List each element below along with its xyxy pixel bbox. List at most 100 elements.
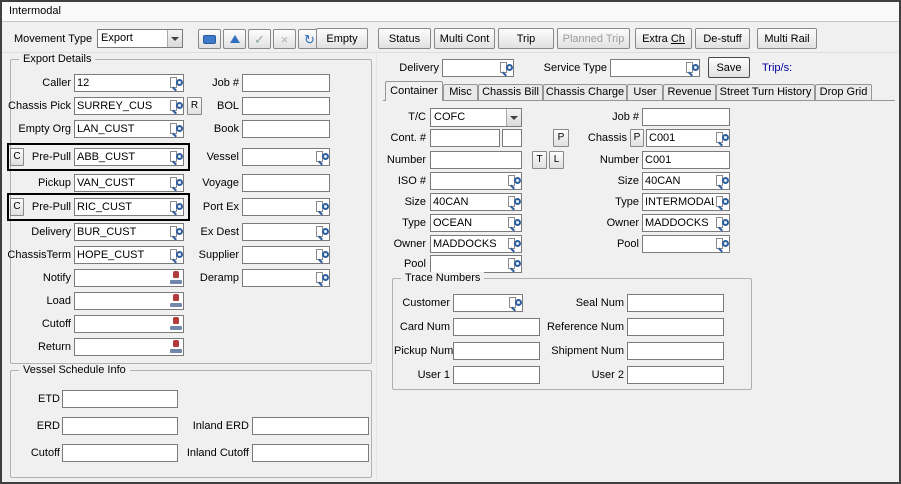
cont-num-check-digit-input[interactable] [503,131,521,145]
tab-street-turn-history[interactable]: Street Turn History [716,84,815,100]
lookup-icon[interactable] [716,131,729,145]
vessel-cutoff-field[interactable] [62,444,178,462]
chassis-type-field[interactable] [642,193,730,211]
service-type-input[interactable] [611,61,686,75]
ex-dest-input[interactable] [243,225,316,239]
lookup-icon[interactable] [716,237,729,251]
ex-dest-field[interactable] [242,223,330,241]
empty-org-field[interactable] [74,120,184,138]
trip-button[interactable]: Trip [498,28,554,49]
user2-field[interactable] [627,366,724,384]
pickup-input[interactable] [75,176,170,190]
erd-field[interactable] [62,417,178,435]
book-field[interactable] [242,120,330,138]
chassis-job-input[interactable] [643,110,729,124]
container-owner-field[interactable] [430,235,522,253]
user2-input[interactable] [628,368,723,382]
lookup-icon[interactable] [508,195,521,209]
dropdown-arrow-icon[interactable] [506,109,521,126]
chassis-pool-field[interactable] [642,235,730,253]
service-type-field[interactable] [610,59,700,77]
lookup-icon[interactable] [509,296,522,310]
deramp-input[interactable] [243,271,316,285]
supplier-input[interactable] [243,248,316,262]
pickup-field[interactable] [74,174,184,192]
lookup-icon[interactable] [716,195,729,209]
cont-num-check-digit-field[interactable] [502,129,522,147]
chassis-number-field[interactable] [642,151,730,169]
t-button[interactable]: T [532,151,547,169]
lookup-icon[interactable] [316,150,329,164]
seal-num-field[interactable] [627,294,724,312]
chassis-owner-field[interactable] [642,214,730,232]
etd-field[interactable] [62,390,178,408]
iso-input[interactable] [431,174,508,188]
pickup-num-field[interactable] [453,342,540,360]
pre-pull-1-input[interactable] [75,150,170,164]
return-input[interactable] [75,340,169,354]
load-field[interactable] [74,292,184,310]
voyage-field[interactable] [242,174,330,192]
tab-user[interactable]: User [627,84,663,100]
confirm-button[interactable]: ✓ [248,29,271,49]
port-ex-field[interactable] [242,198,330,216]
vessel-field[interactable] [242,148,330,166]
chassis-pool-input[interactable] [643,237,716,251]
tab-misc[interactable]: Misc [443,84,478,100]
cutoff-input[interactable] [75,317,169,331]
date-stamp-icon[interactable] [169,294,183,308]
chassis-pick-input[interactable] [75,99,170,113]
empty-button[interactable]: Empty [316,28,368,49]
card-num-field[interactable] [453,318,540,336]
load-input[interactable] [75,294,169,308]
lookup-icon[interactable] [508,174,521,188]
container-size-field[interactable] [430,193,522,211]
reference-num-input[interactable] [628,320,723,334]
lookup-icon[interactable] [316,200,329,214]
book-input[interactable] [243,122,329,136]
tab-chassis-charge[interactable]: Chassis Charge [543,84,627,100]
chassis-size-input[interactable] [643,174,716,188]
cont-num-input[interactable] [431,131,499,145]
tab-revenue[interactable]: Revenue [663,84,716,100]
chassis-size-field[interactable] [642,172,730,190]
shipment-num-field[interactable] [627,342,724,360]
pre-pull-1-field[interactable] [74,148,184,166]
trip-delivery-input[interactable] [443,61,500,75]
notify-field[interactable] [74,269,184,287]
chassis-input[interactable] [647,131,716,145]
tab-chassis-bill[interactable]: Chassis Bill [478,84,543,100]
tab-container[interactable]: Container [385,81,443,101]
erd-input[interactable] [63,419,177,433]
status-button[interactable]: Status [378,28,431,49]
multi-rail-button[interactable]: Multi Rail [757,28,817,49]
cutoff-field[interactable] [74,315,184,333]
container-pool-input[interactable] [431,257,508,271]
empty-org-input[interactable] [75,122,170,136]
save-button[interactable]: Save [708,57,750,78]
cont-num-field[interactable] [430,129,500,147]
chassis-type-input[interactable] [643,195,716,209]
extra-ch-button[interactable]: Extra Ch [635,28,692,49]
job-field[interactable] [242,74,330,92]
lookup-icon[interactable] [316,271,329,285]
bol-input[interactable] [243,99,329,113]
bol-field[interactable] [242,97,330,115]
panel-toolbar-button[interactable] [198,29,221,49]
inland-erd-field[interactable] [252,417,369,435]
chassis-p-button[interactable]: P [630,129,644,147]
pickup-num-input[interactable] [454,344,539,358]
user1-field[interactable] [453,366,540,384]
c-button-1[interactable]: C [10,148,24,166]
container-number-field[interactable] [430,151,522,169]
trip-delivery-field[interactable] [442,59,514,77]
shipment-num-input[interactable] [628,344,723,358]
job-input[interactable] [243,76,329,90]
vessel-cutoff-input[interactable] [63,446,177,460]
cancel-button[interactable]: × [273,29,296,49]
c-button-2[interactable]: C [10,198,24,216]
lookup-icon[interactable] [316,225,329,239]
delivery-org-input[interactable] [75,225,170,239]
caller-input[interactable] [75,76,170,90]
lookup-icon[interactable] [716,174,729,188]
